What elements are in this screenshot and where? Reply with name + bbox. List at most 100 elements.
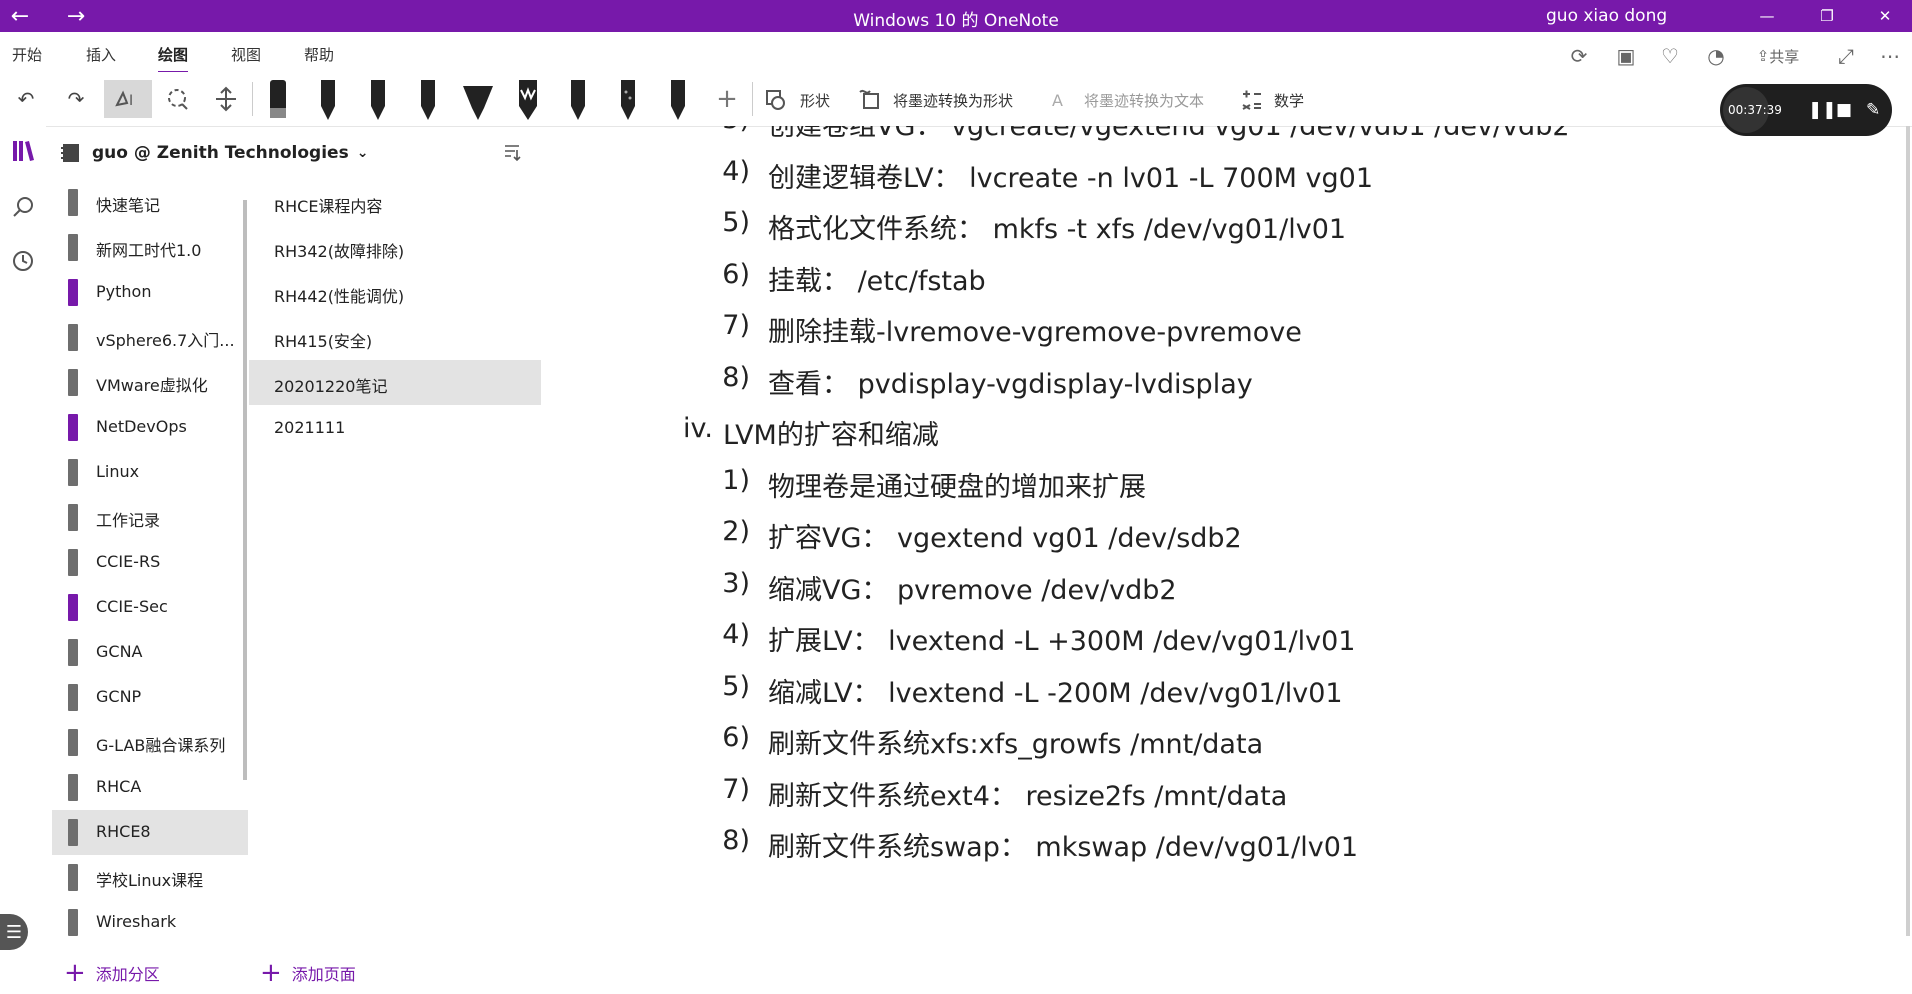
share-button[interactable]: ⇪ 共享 (1748, 42, 1808, 70)
tab-help[interactable]: 帮助 (304, 44, 334, 65)
section-item[interactable]: VMware虚拟化 (52, 360, 248, 405)
pencil-icon[interactable] (563, 78, 593, 122)
tab-insert[interactable]: 插入 (86, 44, 116, 65)
outline-item[interactable]: 6) 挂载： /etc/fstab (722, 259, 985, 298)
outline-item[interactable]: 8) 刷新文件系统swap： mkswap /dev/vg01/lv01 (722, 825, 1358, 864)
section-item[interactable]: vSphere6.7入门... (52, 315, 248, 360)
page-item[interactable]: RH442(性能调优) (249, 270, 541, 315)
add-page-button[interactable]: + 添加页面 (260, 958, 356, 988)
pause-icon[interactable]: ❚❚ (1808, 100, 1837, 120)
section-item[interactable]: 工作记录 (52, 495, 248, 540)
math-label[interactable]: 数学 (1274, 90, 1304, 111)
pen-black-3-icon[interactable] (413, 78, 443, 122)
section-color-tab (68, 864, 78, 891)
section-item[interactable]: 快速笔记 (52, 180, 248, 225)
undo-icon[interactable]: ↶ (8, 80, 44, 118)
pen-pattern-icon[interactable] (513, 78, 543, 122)
bell-icon[interactable]: ◔ (1702, 42, 1730, 70)
user-name[interactable]: guo xiao dong (1546, 6, 1667, 26)
add-section-button[interactable]: + 添加分区 (64, 958, 160, 988)
section-item[interactable]: Python (52, 270, 248, 315)
page-item[interactable]: 20201220笔记 (249, 360, 541, 405)
math-icon[interactable] (1240, 88, 1264, 112)
pen-black-2-icon[interactable] (363, 78, 393, 122)
redo-icon[interactable]: ↷ (58, 80, 94, 118)
sort-icon[interactable] (502, 142, 522, 166)
section-item[interactable]: 学校Linux课程 (52, 855, 248, 900)
outline-item[interactable]: 6) 刷新文件系统xfs:xfs_growfs /mnt/data (722, 722, 1263, 761)
outline-heading[interactable]: iv. LVM的扩容和缩减 (683, 413, 939, 452)
outline-item[interactable]: 4) 扩展LV： lvextend -L +300M /dev/vg01/lv01 (722, 619, 1355, 658)
section-label: GCNA (96, 642, 143, 661)
outline-item[interactable]: 1) 物理卷是通过硬盘的增加来扩展 (722, 465, 1146, 504)
section-item[interactable]: NetDevOps (52, 405, 248, 450)
section-scrollbar[interactable] (243, 200, 247, 780)
highlighter-icon[interactable] (460, 78, 496, 122)
section-item[interactable]: CCIE-RS (52, 540, 248, 585)
note-canvas[interactable]: 5) 创建卷组VG： vgcreate/vgextend vg01 /dev/vd… (548, 126, 1898, 994)
pen-galaxy-icon[interactable] (613, 78, 643, 122)
outline-item[interactable]: 5) 缩减LV： lvextend -L -200M /dev/vg01/lv01 (722, 671, 1342, 710)
page-item[interactable]: RH415(安全) (249, 315, 541, 360)
tab-home[interactable]: 开始 (12, 44, 42, 65)
section-item[interactable]: GCNA (52, 630, 248, 675)
section-item[interactable]: 新网工时代1.0 (52, 225, 248, 270)
sync-icon[interactable]: ⟳ (1565, 42, 1593, 70)
add-space-icon[interactable] (208, 80, 244, 118)
list-number: 4) (722, 155, 750, 187)
outline-item[interactable]: 5) 格式化文件系统： mkfs -t xfs /dev/vg01/lv01 (722, 207, 1346, 246)
notebooks-icon[interactable] (8, 136, 38, 166)
ink-to-shape-icon[interactable] (858, 88, 882, 112)
add-pen-icon[interactable]: + (712, 80, 742, 118)
stop-icon[interactable]: ■ (1836, 100, 1852, 120)
outline-item[interactable]: 3) 缩减VG： pvremove /dev/vdb2 (722, 568, 1176, 607)
svg-text:I: I (129, 93, 133, 109)
lasso-icon[interactable] (160, 80, 196, 118)
list-number: iv. (683, 413, 713, 444)
section-item[interactable]: Wireshark (52, 900, 248, 945)
pen-black-icon[interactable] (313, 78, 343, 122)
outline-item[interactable]: 8) 查看： pvdisplay-vgdisplay-lvdisplay (722, 362, 1252, 401)
pen-black-4-icon[interactable] (663, 78, 693, 122)
tab-draw[interactable]: 绘图 (158, 44, 189, 74)
section-item[interactable]: CCIE-Sec (52, 585, 248, 630)
recent-icon[interactable] (8, 246, 38, 276)
more-icon[interactable]: ⋯ (1876, 42, 1904, 70)
share-icon: ⇪ (1756, 47, 1770, 65)
ink-to-text-label: 将墨迹转换为文本 (1084, 92, 1205, 110)
notebook-selector[interactable]: guo @ Zenith Technologies ⌄ (60, 140, 368, 166)
shapes-label[interactable]: 形状 (800, 90, 830, 111)
restore-button[interactable]: ❐ (1804, 0, 1850, 32)
outline-item[interactable]: 7) 删除挂载-lvremove-vgremove-pvremove (722, 310, 1302, 349)
section-label: RHCE8 (96, 822, 151, 841)
section-item[interactable]: G-LAB融合课系列 (52, 720, 248, 765)
outline-item[interactable]: 2) 扩容VG： vgextend vg01 /dev/sdb2 (722, 516, 1241, 555)
page-item[interactable]: RH342(故障排除) (249, 225, 541, 270)
pen-icon[interactable]: ✎ (1866, 100, 1880, 120)
section-item[interactable]: RHCE8 (52, 810, 248, 855)
left-rail (0, 126, 46, 994)
close-button[interactable]: ✕ (1862, 0, 1908, 32)
shapes-icon[interactable] (764, 88, 788, 112)
outline-item[interactable]: 7) 刷新文件系统ext4： resize2fs /mnt/data (722, 774, 1287, 813)
section-color-tab (68, 234, 78, 261)
minimize-button[interactable]: — (1744, 0, 1790, 32)
page-item[interactable]: 2021111 (249, 405, 541, 450)
search-icon[interactable] (8, 192, 38, 222)
page-item[interactable]: RHCE课程内容 (249, 180, 541, 225)
section-item[interactable]: Linux (52, 450, 248, 495)
canvas-scrollbar[interactable] (1906, 126, 1910, 936)
section-item[interactable]: GCNP (52, 675, 248, 720)
lasso-select-icon[interactable]: I (104, 80, 152, 118)
section-item[interactable]: RHCA (52, 765, 248, 810)
eraser-icon[interactable] (263, 78, 293, 122)
lightbulb-icon[interactable]: ♡ (1656, 42, 1684, 70)
section-label: CCIE-Sec (96, 597, 168, 616)
expand-icon[interactable]: ⤢ (1832, 42, 1860, 70)
tab-view[interactable]: 视图 (231, 44, 261, 65)
outline-item[interactable]: 4) 创建逻辑卷LV： lvcreate -n lv01 -L 700M vg01 (722, 156, 1373, 195)
pages-icon[interactable]: ▣ (1612, 42, 1640, 70)
line-text: 创建卷组VG： vgcreate/vgextend vg01 /dev/vdb1… (768, 126, 1570, 142)
ink-to-shape-label[interactable]: 将墨迹转换为形状 (893, 90, 1013, 111)
outline-item[interactable]: 5)创建卷组VG： vgcreate/vgextend vg01 /dev/vd… (722, 126, 1570, 143)
